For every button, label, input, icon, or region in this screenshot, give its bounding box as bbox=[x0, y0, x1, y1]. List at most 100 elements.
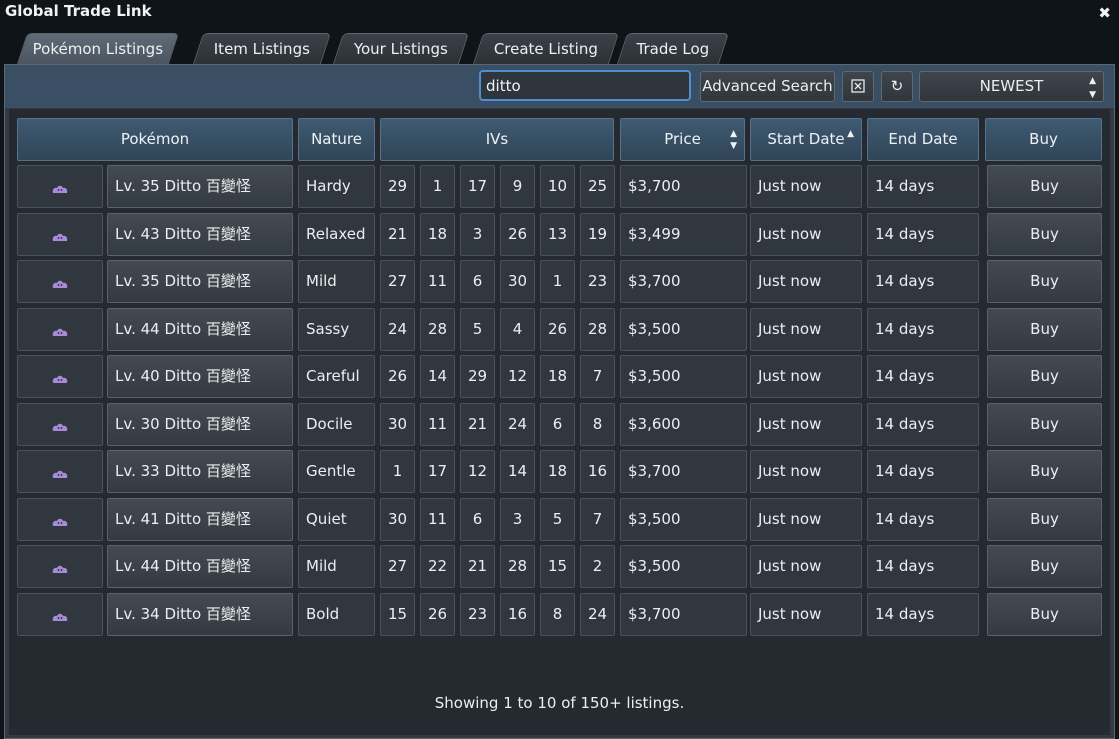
sort-both-icon: ▲ ▼ bbox=[730, 129, 737, 151]
iv-cell: 12 bbox=[460, 450, 495, 493]
iv-cell: 16 bbox=[500, 593, 535, 636]
end-date-cell: 14 days bbox=[867, 450, 979, 493]
tab-trade-log[interactable]: Trade Log bbox=[616, 33, 730, 64]
pokemon-sprite-cell bbox=[17, 545, 103, 588]
iv-cell: 17 bbox=[460, 165, 495, 208]
advanced-search-button[interactable]: Advanced Search bbox=[700, 71, 835, 102]
iv-cell: 27 bbox=[380, 260, 415, 303]
clear-search-button[interactable] bbox=[842, 71, 874, 102]
buy-button[interactable]: Buy bbox=[987, 355, 1102, 398]
iv-cell: 17 bbox=[420, 450, 455, 493]
buy-button[interactable]: Buy bbox=[987, 213, 1102, 256]
iv-cell: 1 bbox=[380, 450, 415, 493]
tab-your-listings[interactable]: Your Listings bbox=[332, 33, 470, 64]
column-header-pokemon[interactable]: Pokémon bbox=[17, 118, 293, 161]
column-header-ivs[interactable]: IVs bbox=[380, 118, 614, 161]
pokemon-name-button[interactable]: Lv. 40 Ditto 百變怪 bbox=[107, 355, 293, 398]
end-date-cell: 14 days bbox=[867, 165, 979, 208]
buy-button[interactable]: Buy bbox=[987, 260, 1102, 303]
pokemon-name-button[interactable]: Lv. 35 Ditto 百變怪 bbox=[107, 260, 293, 303]
iv-cell: 19 bbox=[580, 213, 615, 256]
iv-cell: 26 bbox=[420, 593, 455, 636]
price-cell: $3,600 bbox=[620, 403, 747, 446]
nature-cell: Careful bbox=[298, 355, 375, 398]
ditto-sprite-icon bbox=[52, 185, 68, 193]
start-date-cell: Just now bbox=[750, 403, 862, 446]
tab-item-listings[interactable]: Item Listings bbox=[192, 33, 332, 64]
iv-cell: 3 bbox=[500, 498, 535, 541]
ditto-sprite-icon bbox=[52, 328, 68, 336]
iv-cell: 30 bbox=[380, 498, 415, 541]
pokemon-sprite-cell bbox=[17, 403, 103, 446]
pokemon-name-button[interactable]: Lv. 43 Ditto 百變怪 bbox=[107, 213, 293, 256]
tab-pokemon-listings[interactable]: Pokémon Listings bbox=[16, 33, 180, 64]
price-cell: $3,700 bbox=[620, 593, 747, 636]
buy-button[interactable]: Buy bbox=[987, 403, 1102, 446]
ditto-sprite-icon bbox=[52, 565, 68, 573]
sort-select[interactable]: NEWEST ▲ ▼ bbox=[919, 71, 1104, 102]
column-header-end-date[interactable]: End Date bbox=[867, 118, 979, 161]
column-header-start-date[interactable]: Start Date ▲ bbox=[750, 118, 862, 161]
end-date-cell: 14 days bbox=[867, 498, 979, 541]
price-cell: $3,500 bbox=[620, 355, 747, 398]
nature-cell: Quiet bbox=[298, 498, 375, 541]
refresh-icon: ↻ bbox=[890, 77, 904, 95]
iv-cell: 25 bbox=[580, 165, 615, 208]
iv-cell: 21 bbox=[460, 545, 495, 588]
iv-cell: 30 bbox=[380, 403, 415, 446]
iv-cell: 1 bbox=[420, 165, 455, 208]
refresh-button[interactable]: ↻ bbox=[881, 71, 913, 102]
column-header-buy[interactable]: Buy bbox=[985, 118, 1102, 161]
tab-label: Item Listings bbox=[213, 40, 310, 58]
price-cell: $3,700 bbox=[620, 450, 747, 493]
buy-button[interactable]: Buy bbox=[987, 308, 1102, 351]
buy-button[interactable]: Buy bbox=[987, 450, 1102, 493]
column-header-nature[interactable]: Nature bbox=[298, 118, 375, 161]
iv-cell: 18 bbox=[540, 450, 575, 493]
buy-button[interactable]: Buy bbox=[987, 593, 1102, 636]
iv-cell: 28 bbox=[500, 545, 535, 588]
price-cell: $3,499 bbox=[620, 213, 747, 256]
column-header-price[interactable]: Price ▲ ▼ bbox=[620, 118, 745, 161]
tab-create-listing[interactable]: Create Listing bbox=[472, 33, 620, 64]
start-date-cell: Just now bbox=[750, 593, 862, 636]
nature-cell: Relaxed bbox=[298, 213, 375, 256]
nature-cell: Bold bbox=[298, 593, 375, 636]
buy-button[interactable]: Buy bbox=[987, 165, 1102, 208]
pokemon-name-button[interactable]: Lv. 33 Ditto 百變怪 bbox=[107, 450, 293, 493]
pokemon-name-button[interactable]: Lv. 34 Ditto 百變怪 bbox=[107, 593, 293, 636]
price-cell: $3,500 bbox=[620, 545, 747, 588]
buy-button[interactable]: Buy bbox=[987, 498, 1102, 541]
end-date-cell: 14 days bbox=[867, 308, 979, 351]
pokemon-name-button[interactable]: Lv. 35 Ditto 百變怪 bbox=[107, 165, 293, 208]
iv-cell: 24 bbox=[380, 308, 415, 351]
iv-cell: 3 bbox=[460, 213, 495, 256]
iv-cell: 28 bbox=[420, 308, 455, 351]
pokemon-name-button[interactable]: Lv. 41 Ditto 百變怪 bbox=[107, 498, 293, 541]
pokemon-name-button[interactable]: Lv. 30 Ditto 百變怪 bbox=[107, 403, 293, 446]
buy-button[interactable]: Buy bbox=[987, 545, 1102, 588]
close-icon[interactable]: ✖ bbox=[1098, 4, 1111, 22]
iv-cell: 6 bbox=[540, 403, 575, 446]
iv-cell: 14 bbox=[500, 450, 535, 493]
end-date-cell: 14 days bbox=[867, 545, 979, 588]
pokemon-sprite-cell bbox=[17, 165, 103, 208]
price-cell: $3,500 bbox=[620, 498, 747, 541]
listings-area: Pokémon Nature IVs Price ▲ ▼ Start Date ▲… bbox=[9, 109, 1110, 735]
pokemon-sprite-cell bbox=[17, 450, 103, 493]
iv-cell: 4 bbox=[500, 308, 535, 351]
pokemon-sprite-cell bbox=[17, 593, 103, 636]
iv-cell: 9 bbox=[500, 165, 535, 208]
iv-cell: 7 bbox=[580, 355, 615, 398]
iv-cell: 2 bbox=[580, 545, 615, 588]
iv-cell: 29 bbox=[380, 165, 415, 208]
iv-cell: 15 bbox=[540, 545, 575, 588]
nature-cell: Hardy bbox=[298, 165, 375, 208]
column-header-label: Price bbox=[664, 130, 701, 148]
pokemon-name-button[interactable]: Lv. 44 Ditto 百變怪 bbox=[107, 545, 293, 588]
pokemon-name-button[interactable]: Lv. 44 Ditto 百變怪 bbox=[107, 308, 293, 351]
start-date-cell: Just now bbox=[750, 165, 862, 208]
ditto-sprite-icon bbox=[52, 613, 68, 621]
search-input[interactable] bbox=[479, 70, 691, 101]
ditto-sprite-icon bbox=[52, 470, 68, 478]
